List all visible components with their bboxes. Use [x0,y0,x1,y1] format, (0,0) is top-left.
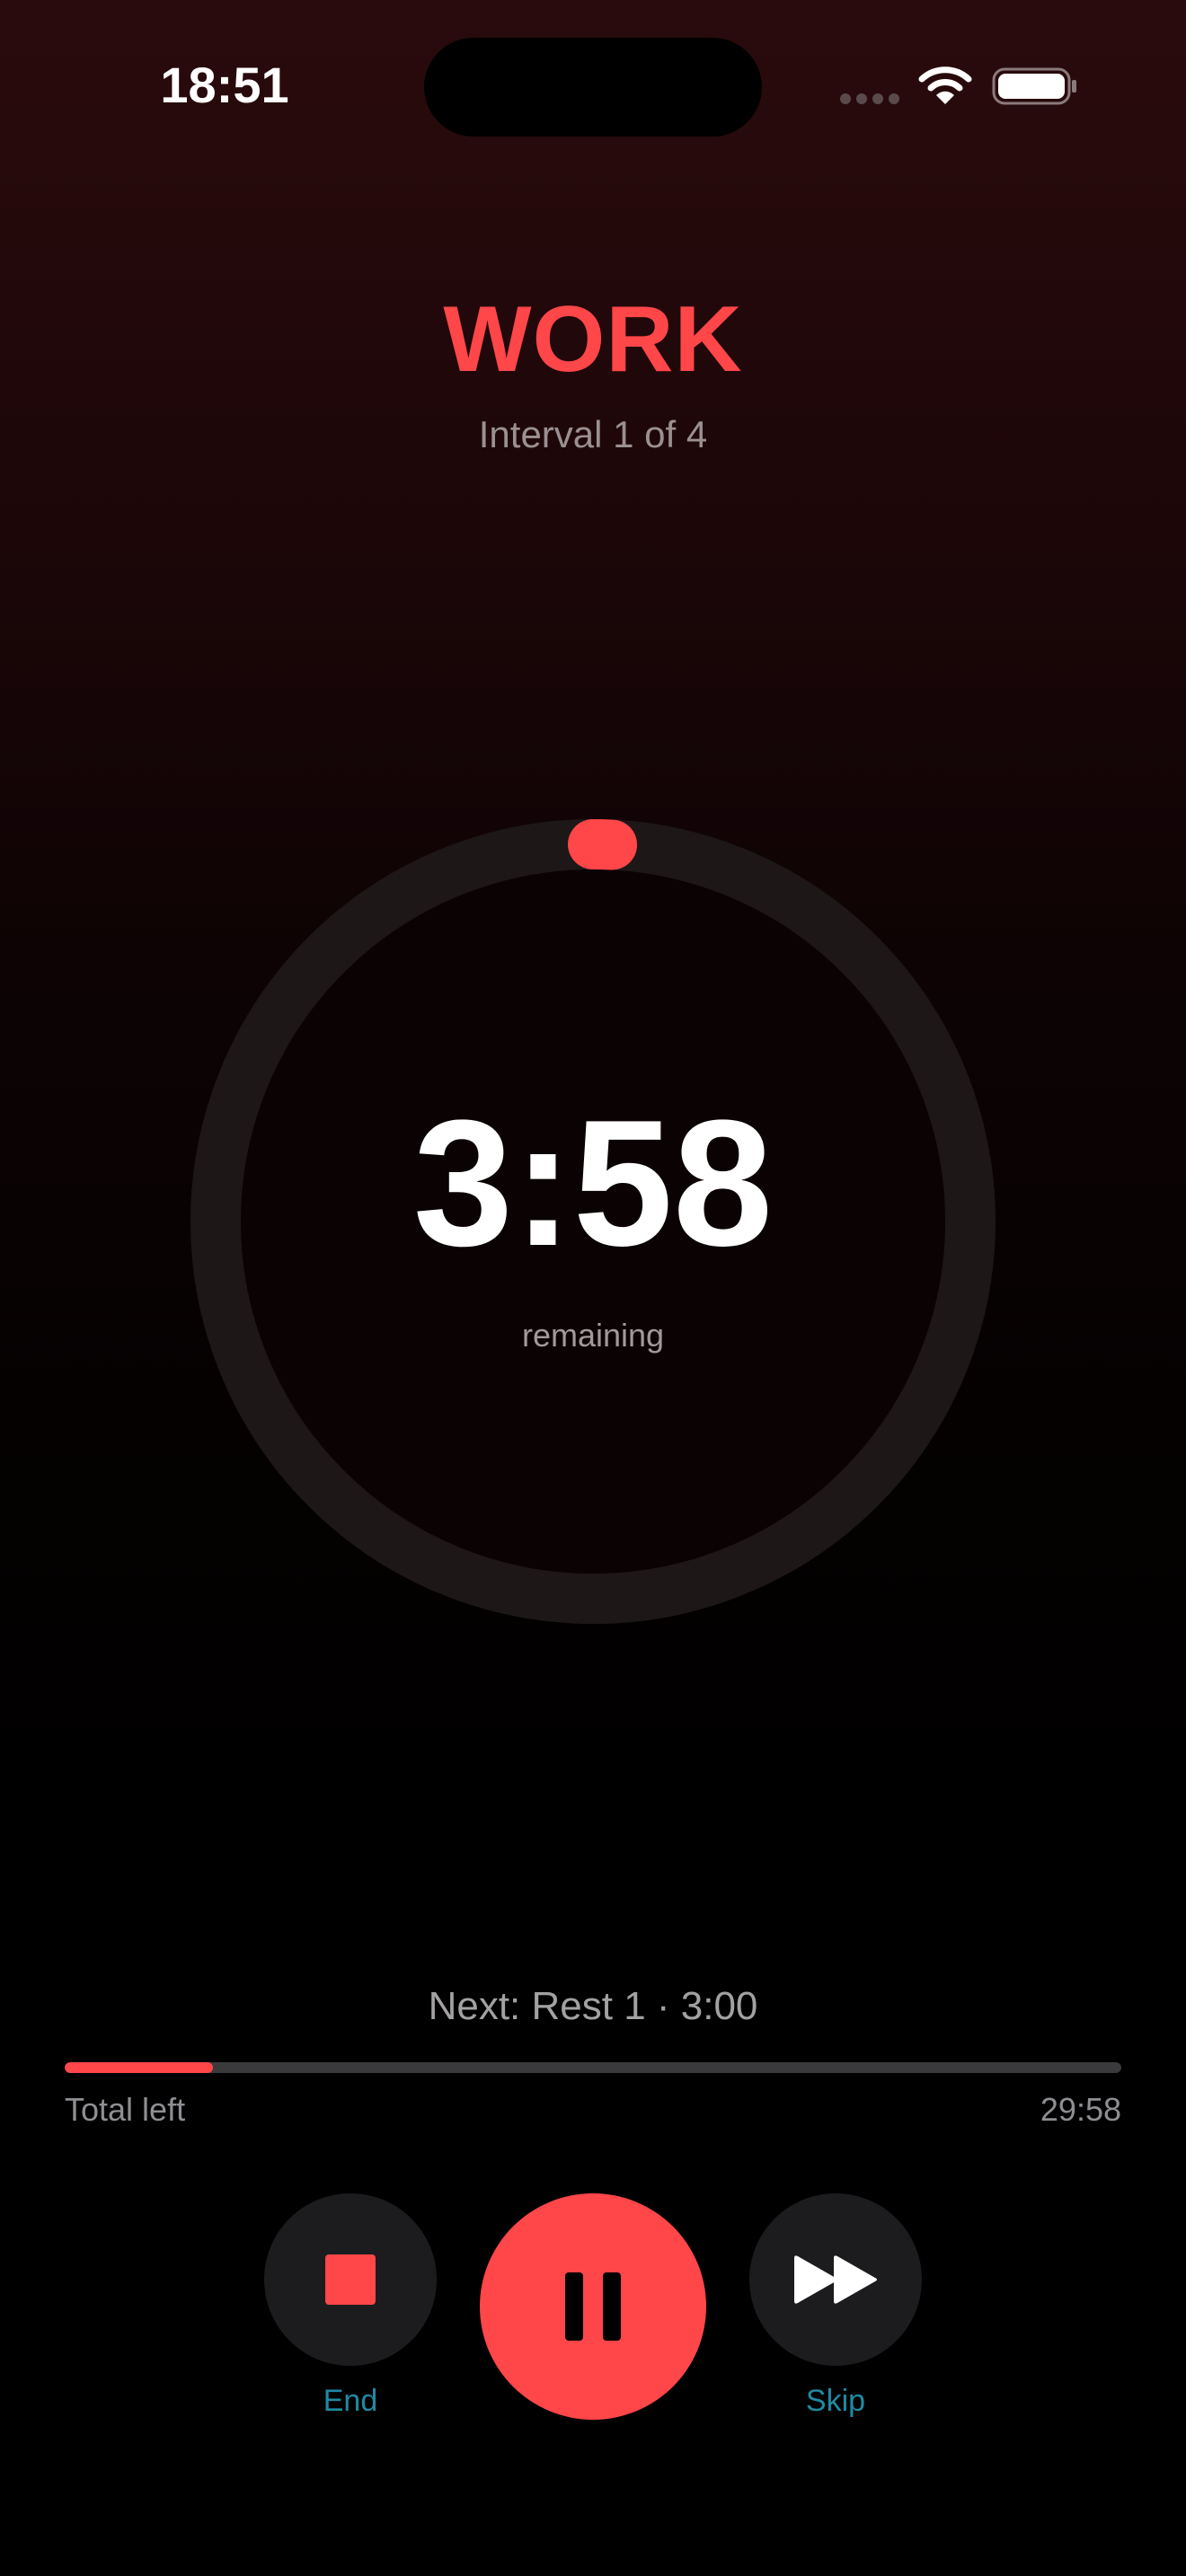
time-remaining: 3:58 [412,1083,774,1284]
remaining-caption: remaining [521,1317,665,1354]
battery-icon [992,66,1078,106]
end-button[interactable] [264,2193,437,2366]
phase-title: WORK [443,287,743,392]
pause-button[interactable] [480,2193,706,2420]
status-bar-time: 18:51 [160,57,289,113]
interval-timer-screen: 18:51 WORK Interval 1 of 4 3:58 remainin… [0,0,1186,2576]
dynamic-island [424,38,762,137]
interval-counter: Interval 1 of 4 [478,413,708,455]
total-progress-fill [65,2062,213,2073]
total-progress-bar [65,2062,1121,2073]
skip-button[interactable] [749,2193,922,2366]
cellular-signal-icon [840,93,903,106]
total-left-value: 29:58 [1040,2091,1121,2128]
skip-label: Skip [805,2384,866,2418]
wifi-icon [918,65,972,106]
fast-forward-icon [794,2255,877,2304]
stop-icon [325,2254,376,2305]
end-label: End [323,2384,378,2418]
pause-icon [565,2272,621,2341]
total-left-label: Total left [65,2091,186,2128]
next-interval-label: Next: Rest 1 · 3:00 [428,1984,758,2028]
